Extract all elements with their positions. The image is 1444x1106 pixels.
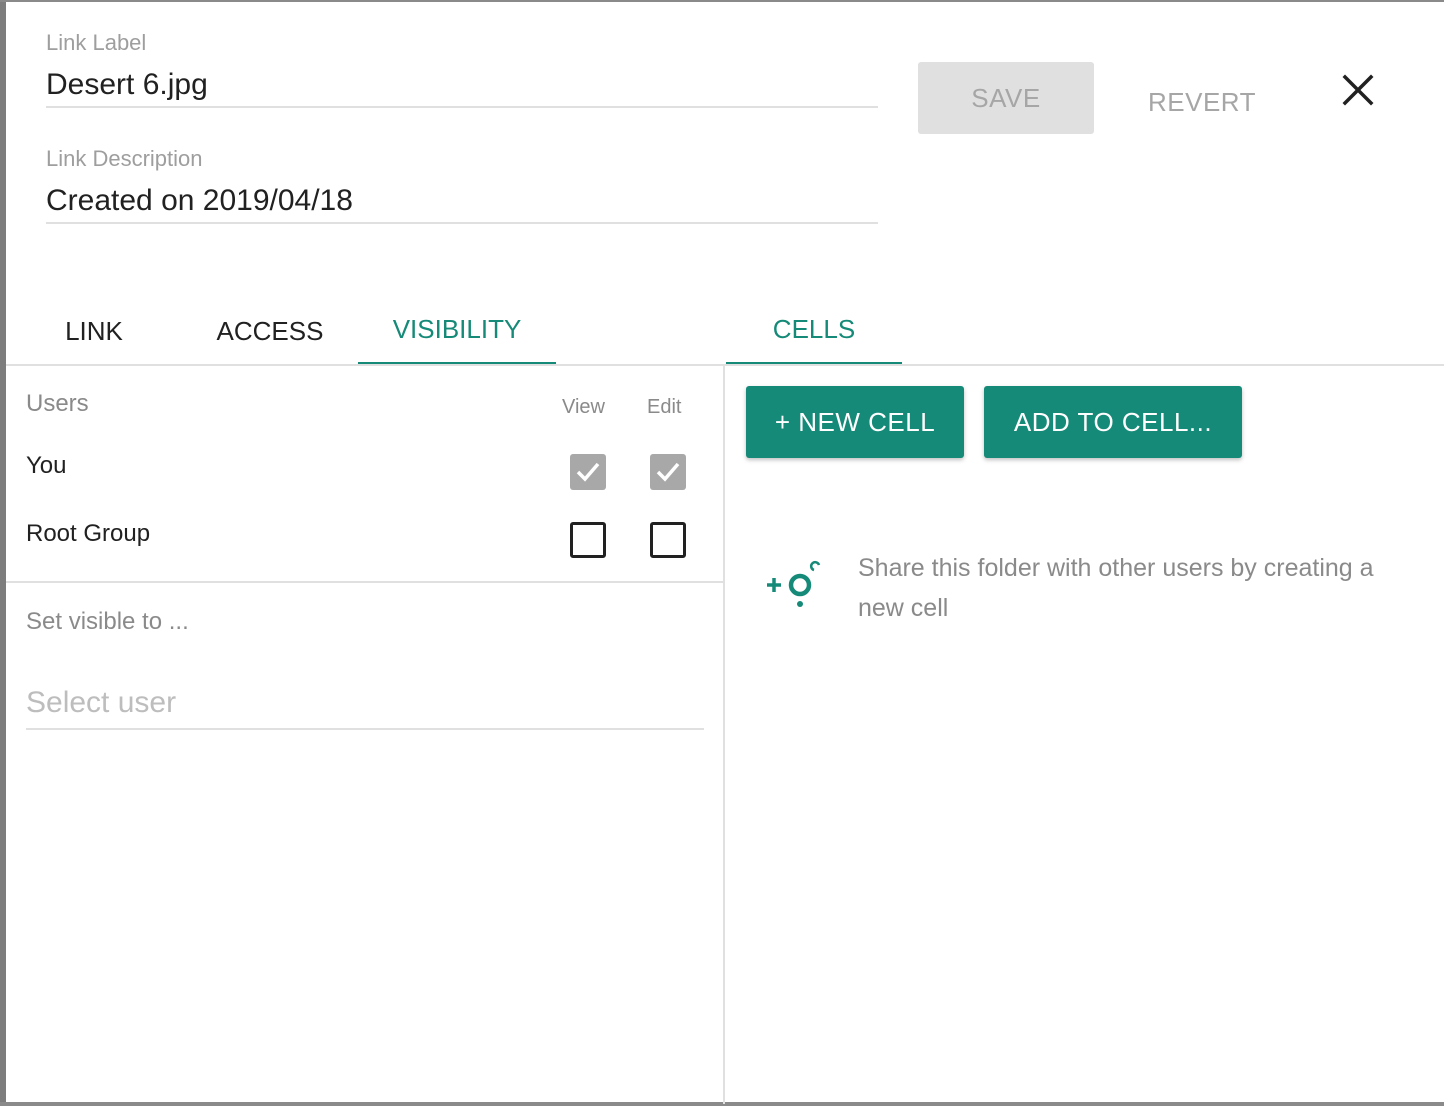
close-button[interactable]: [1332, 64, 1384, 116]
link-description-input[interactable]: [46, 180, 878, 224]
link-label-field: Link Label: [46, 30, 878, 122]
checkmark-icon: [656, 462, 680, 482]
save-button[interactable]: SAVE: [918, 62, 1094, 134]
view-column-header: View: [562, 396, 605, 418]
view-checkbox-root-group[interactable]: [570, 522, 606, 558]
section-divider: [6, 581, 724, 583]
users-heading: Users: [26, 390, 89, 417]
edit-column-header: Edit: [647, 396, 682, 418]
checkmark-icon: [576, 462, 600, 482]
tab-access[interactable]: ACCESS: [182, 296, 358, 366]
edit-checkbox-you[interactable]: [650, 454, 686, 490]
link-tabs: LINK ACCESS VISIBILITY: [6, 296, 726, 366]
link-label-caption: Link Label: [46, 30, 147, 55]
window-frame-left: [0, 0, 6, 1106]
tab-visibility[interactable]: VISIBILITY: [358, 296, 556, 366]
link-description-caption: Link Description: [46, 146, 203, 171]
close-icon: [1342, 74, 1374, 106]
cells-empty-message: Share this folder with other users by cr…: [858, 554, 1374, 622]
new-cell-button[interactable]: + NEW CELL: [746, 386, 964, 458]
select-user-input[interactable]: [26, 678, 704, 730]
tab-cells[interactable]: CELLS: [726, 296, 902, 366]
user-row-label: You: [26, 452, 67, 479]
add-to-cell-button[interactable]: ADD TO CELL...: [984, 386, 1242, 458]
edit-checkbox-root-group[interactable]: [650, 522, 686, 558]
window-frame-top: [0, 0, 1444, 2]
revert-button[interactable]: REVERT: [1120, 70, 1284, 134]
view-checkbox-you[interactable]: [570, 454, 606, 490]
panel-divider: [723, 364, 725, 1104]
user-row-label: Root Group: [26, 520, 151, 547]
window-frame-bottom: [0, 1102, 1444, 1106]
tab-link[interactable]: LINK: [6, 296, 182, 366]
link-label-input[interactable]: [46, 64, 878, 108]
link-description-field: Link Description: [46, 146, 878, 238]
add-cell-icon: [767, 560, 821, 607]
set-visible-heading: Set visible to ...: [26, 608, 189, 635]
tabs-divider: [6, 364, 1444, 366]
